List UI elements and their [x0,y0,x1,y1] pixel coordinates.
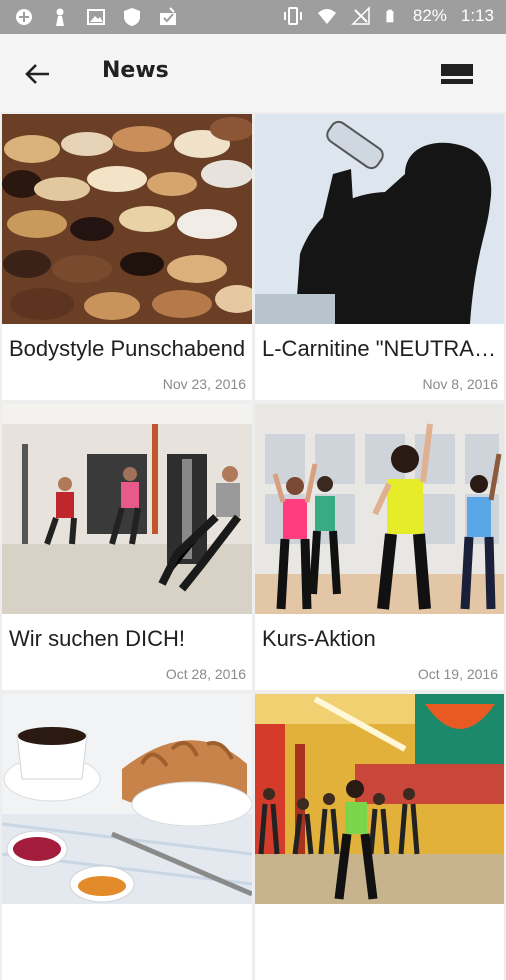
news-card[interactable] [2,694,252,980]
chess-pawn-icon [56,8,64,26]
news-image-studio [255,694,504,904]
vibrate-icon [283,7,302,25]
shield-icon [124,8,140,26]
news-date: Nov 23, 2016 [162,376,246,392]
clock: 1:13 [460,6,494,25]
news-date: Oct 28, 2016 [165,666,246,682]
battery-icon [386,9,394,23]
news-image-breakfast [2,694,252,904]
news-title: L-Carnitine "NEUTRAL"... [262,336,500,361]
news-date: Nov 8, 2016 [422,376,499,392]
arrow-back-icon [25,64,49,84]
news-card[interactable]: L-Carnitine "NEUTRAL"... Nov 8, 2016 [255,114,504,400]
page-title: News [102,58,169,83]
back-button[interactable] [18,56,58,92]
news-image-gym [2,404,252,614]
news-date: Oct 19, 2016 [417,666,498,682]
battery-percentage: 82% [412,6,447,25]
news-card[interactable] [255,694,504,980]
status-bar: 82% 1:13 [0,0,506,34]
news-card[interactable]: Wir suchen DICH! Oct 28, 2016 [2,404,252,690]
sync-icon [16,9,32,25]
news-title: Bodystyle Punschabend [9,336,246,361]
news-card[interactable]: Kurs-Aktion Oct 19, 2016 [255,404,504,690]
news-title: Kurs-Aktion [262,626,376,651]
news-title: Wir suchen DICH! [9,626,186,651]
news-image-drinking [255,114,504,324]
image-icon [87,9,105,25]
news-card[interactable]: Bodystyle Punschabend Nov 23, 2016 [2,114,252,400]
app-bar: News [0,34,506,112]
view-stream-icon [441,64,473,84]
news-image-cookies [2,114,252,324]
view-toggle-button[interactable] [440,62,478,92]
no-signal-icon [351,6,370,25]
download-done-icon [160,7,176,25]
news-image-dance [255,404,504,614]
wifi-icon [317,9,336,24]
